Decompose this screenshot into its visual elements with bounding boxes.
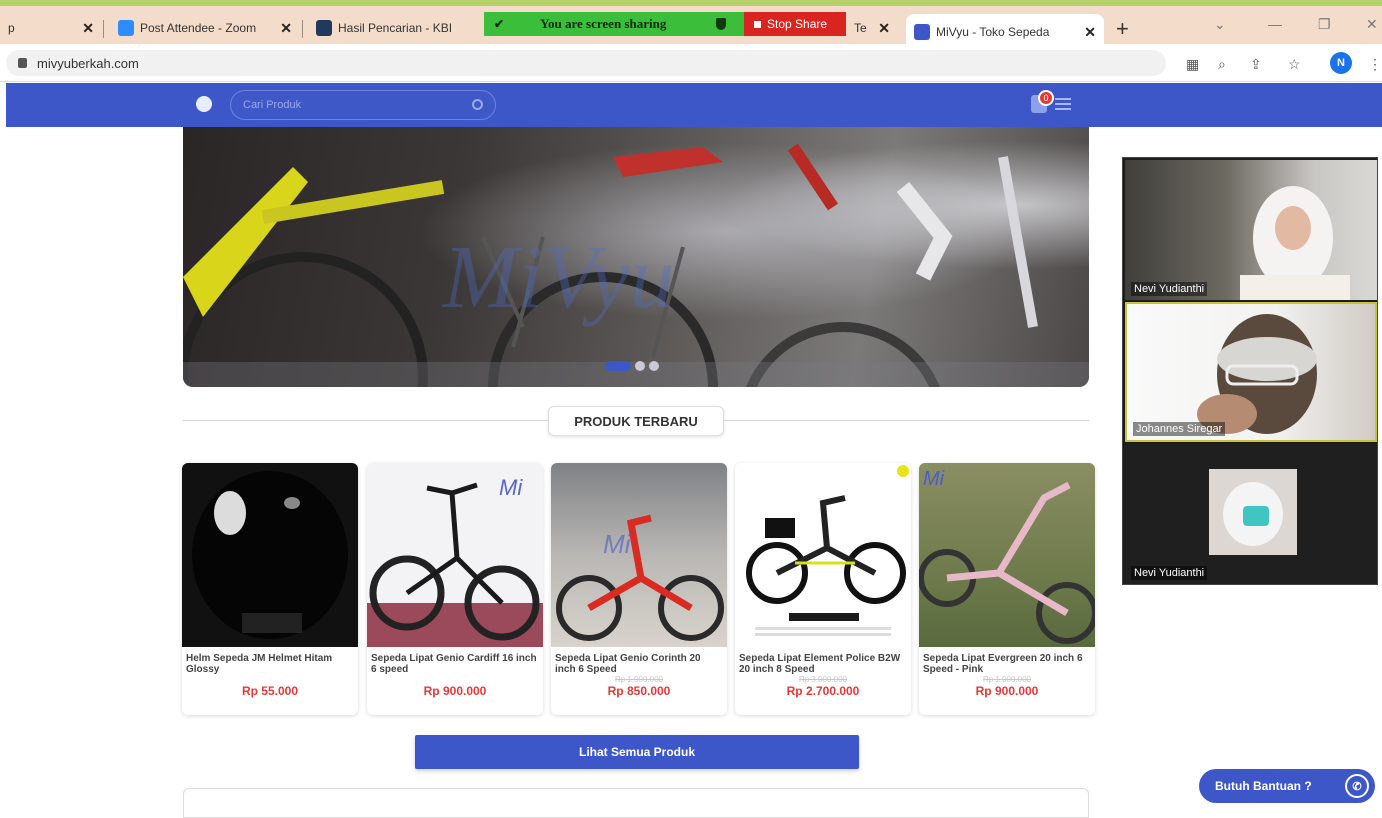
product-price: Rp 55.000	[241, 684, 299, 698]
hero-banner-image[interactable]: MiVyu	[183, 127, 1089, 387]
product-image-folding-bike[interactable]: Mi	[367, 463, 543, 647]
product-price: Rp 2.700.000	[786, 684, 860, 698]
close-icon[interactable]: ✕	[1078, 24, 1096, 41]
address-bar: mivyuberkah.com ▦ ⌕ ⇪ ☆ N ⋮	[0, 44, 1382, 82]
bottom-panel	[183, 788, 1089, 818]
product-search-input[interactable]: Cari Produk	[230, 90, 496, 120]
browser-tab[interactable]: p ✕	[0, 12, 102, 44]
close-icon[interactable]: ✕	[274, 20, 292, 37]
participant-video-active-speaker[interactable]: Johannes Siregar	[1125, 302, 1377, 442]
tab-title: Hasil Pencarian - KBI	[338, 21, 453, 35]
url-text: mivyuberkah.com	[37, 55, 139, 71]
lock-icon[interactable]	[18, 58, 27, 68]
cart-count-badge: 0	[1038, 90, 1054, 106]
product-old-price	[182, 675, 358, 684]
tab-title: Te	[854, 21, 867, 35]
site-header: Cari Produk 0	[6, 83, 1382, 127]
translate-icon[interactable]: ▦	[1186, 56, 1199, 73]
slider-dot[interactable]	[635, 361, 645, 371]
stop-share-label: Stop Share	[767, 17, 828, 31]
product-old-price: Rp 3.000.000	[798, 675, 848, 684]
screen-share-bar: ✔ You are screen sharing Stop Share	[484, 12, 846, 36]
section-title: PRODUK TERBARU	[548, 406, 724, 436]
zoom-search-icon[interactable]: ⌕	[1218, 56, 1226, 73]
profile-avatar[interactable]: N	[1330, 52, 1352, 74]
svg-text:Mi: Mi	[923, 468, 945, 490]
participant-video[interactable]: Nevi Yudianthi	[1125, 444, 1377, 584]
product-price: Rp 850.000	[607, 684, 671, 698]
product-card[interactable]: Helm Sepeda JM Helmet Hitam Glossy Rp 55…	[182, 463, 358, 715]
kbbi-icon	[316, 20, 332, 36]
tab-separator	[302, 20, 303, 38]
product-name[interactable]: Sepeda Lipat Evergreen 20 inch 6 Speed -…	[919, 647, 1095, 675]
minimize-icon[interactable]: —	[1268, 16, 1282, 32]
product-image-folding-bike[interactable]: Mi	[551, 463, 727, 647]
restore-icon[interactable]: ❐	[1318, 16, 1331, 33]
tab-separator	[103, 20, 104, 38]
browser-tab[interactable]: Hasil Pencarian - KBI	[308, 12, 483, 44]
browser-tab[interactable]: Te ✕	[846, 12, 898, 44]
search-icon[interactable]	[472, 99, 483, 110]
slider-dot[interactable]	[605, 361, 631, 371]
product-image-folding-bike[interactable]: Mi	[919, 463, 1095, 647]
tab-title: MiVyu - Toko Sepeda	[936, 25, 1050, 39]
product-old-price: Rp 1.000.000	[982, 675, 1032, 684]
product-name[interactable]: Sepeda Lipat Element Police B2W 20 inch …	[735, 647, 911, 675]
participant-name: Johannes Siregar	[1133, 422, 1226, 436]
url-input[interactable]: mivyuberkah.com	[6, 50, 1166, 76]
participant-name: Nevi Yudianthi	[1131, 282, 1208, 296]
stop-icon	[754, 20, 761, 28]
participant-video[interactable]: Nevi Yudianthi	[1125, 160, 1377, 300]
star-icon[interactable]: ☆	[1288, 56, 1301, 73]
product-price: Rp 900.000	[975, 684, 1039, 698]
close-window-icon[interactable]: ✕	[1366, 16, 1378, 33]
product-name[interactable]: Helm Sepeda JM Helmet Hitam Glossy	[182, 647, 358, 675]
product-card[interactable]: Mi Sepeda Lipat Evergreen 20 inch 6 Spee…	[919, 463, 1095, 715]
product-card[interactable]: Mi Sepeda Lipat Genio Corinth 20 inch 6 …	[551, 463, 727, 715]
product-image-folding-bike[interactable]	[735, 463, 911, 647]
site-logo-icon[interactable]	[196, 96, 212, 112]
product-old-price	[367, 675, 543, 684]
chevron-down-icon[interactable]: ⌄	[1214, 16, 1226, 33]
browser-tab-strip: p ✕ Post Attendee - Zoom ✕ Hasil Pencari…	[0, 0, 1382, 50]
pin-icon: ✔	[494, 16, 505, 31]
menu-kebab-icon[interactable]: ⋮	[1368, 56, 1382, 73]
participant-name: Nevi Yudianthi	[1131, 566, 1208, 580]
close-icon[interactable]: ✕	[76, 20, 94, 37]
close-icon[interactable]: ✕	[872, 20, 890, 37]
stop-share-button[interactable]: Stop Share	[744, 12, 846, 36]
product-name[interactable]: Sepeda Lipat Genio Cardiff 16 inch 6 spe…	[367, 647, 543, 675]
product-old-price: Rp 1.000.000	[614, 675, 664, 684]
slider-dot[interactable]	[649, 361, 659, 371]
svg-text:MiVyu: MiVyu	[441, 228, 675, 327]
tab-title: Post Attendee - Zoom	[140, 21, 257, 35]
zoom-video-panel: Nevi Yudianthi Johannes Siregar Nevi Yud…	[1122, 157, 1378, 585]
new-tab-button[interactable]: +	[1116, 16, 1129, 42]
product-card[interactable]: Sepeda Lipat Element Police B2W 20 inch …	[735, 463, 911, 715]
view-all-products-button[interactable]: Lihat Semua Produk	[415, 735, 859, 769]
help-label: Butuh Bantuan ?	[1215, 779, 1312, 793]
share-icon[interactable]: ⇪	[1250, 56, 1262, 73]
mivyu-icon	[914, 24, 930, 40]
product-card[interactable]: Mi Sepeda Lipat Genio Cardiff 16 inch 6 …	[367, 463, 543, 715]
bicycles-photo: MiVyu	[183, 143, 1089, 387]
screen-share-status-text: You are screen sharing	[540, 16, 667, 31]
tab-title: p	[8, 21, 15, 35]
zoom-icon	[118, 20, 134, 36]
product-image-helmet[interactable]	[182, 463, 358, 647]
svg-text:Mi: Mi	[603, 529, 632, 559]
slider-dots	[605, 361, 659, 371]
shield-icon	[716, 18, 727, 30]
hamburger-menu-icon[interactable]	[1055, 98, 1071, 110]
svg-text:Mi: Mi	[499, 475, 523, 500]
product-name[interactable]: Sepeda Lipat Genio Corinth 20 inch 6 Spe…	[551, 647, 727, 675]
browser-tab[interactable]: Post Attendee - Zoom ✕	[110, 12, 300, 44]
search-placeholder: Cari Produk	[243, 99, 302, 111]
product-price: Rp 900.000	[423, 684, 487, 698]
whatsapp-icon: ✆	[1345, 774, 1369, 798]
screen-share-status: ✔ You are screen sharing	[484, 12, 744, 36]
help-button[interactable]: Butuh Bantuan ? ✆	[1199, 769, 1375, 803]
